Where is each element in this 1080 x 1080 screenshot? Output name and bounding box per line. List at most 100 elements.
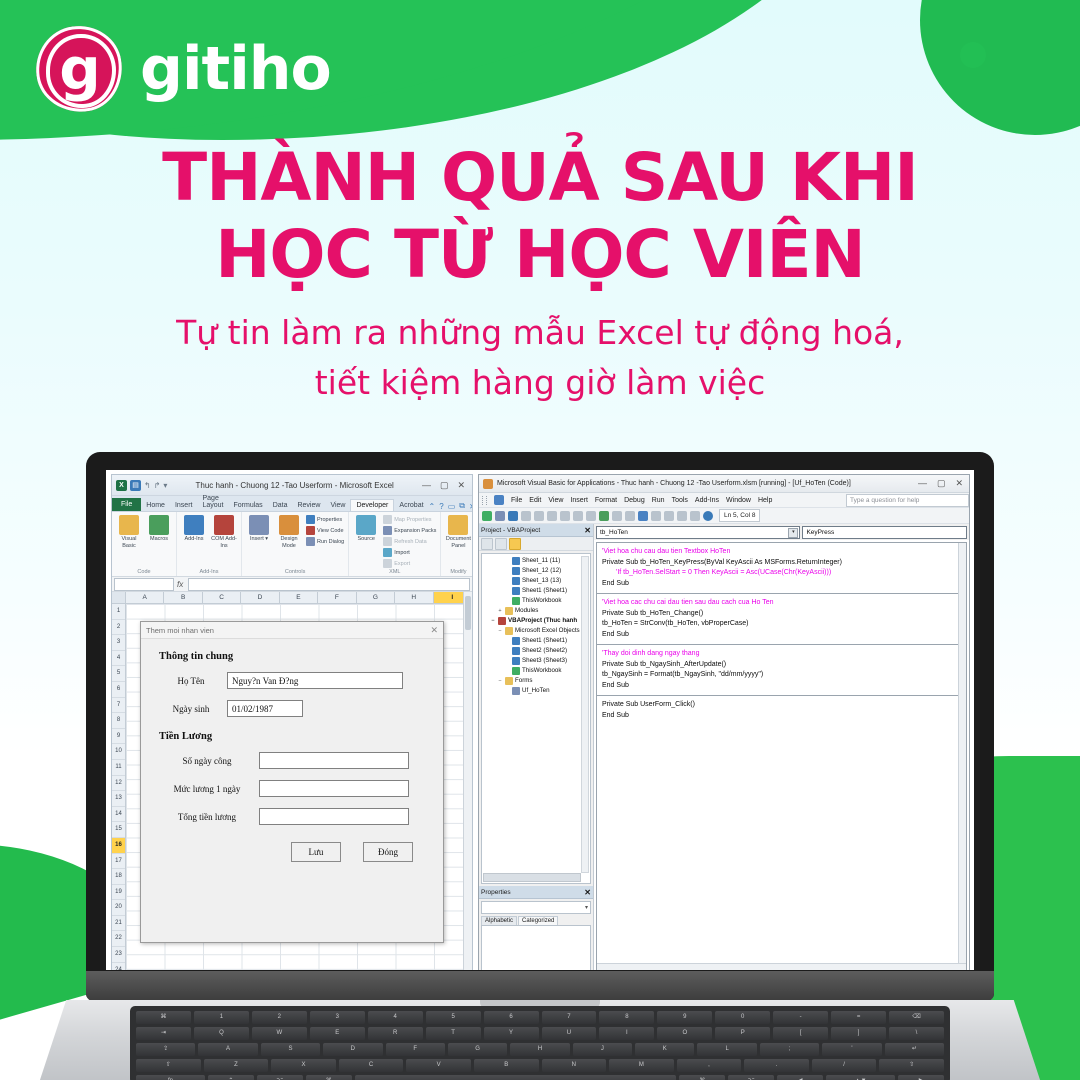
vba-window-buttons[interactable]: — ▢ ✕ <box>918 478 965 489</box>
tree-node[interactable]: Sheet1 (Sheet1) <box>483 636 589 646</box>
code-combos[interactable]: tb_HoTen ▾ KeyPress <box>594 524 969 540</box>
key-⇧[interactable]: ⇧ <box>136 1059 201 1072</box>
tree-expander-icon[interactable]: − <box>497 626 503 636</box>
redo-icon[interactable]: ↱ <box>154 481 161 490</box>
cancel-button[interactable]: Đóng <box>363 842 413 862</box>
ribbon-button-visual-basic[interactable]: Visual Basic <box>116 515 142 550</box>
key-↵[interactable]: ↵ <box>884 1043 945 1056</box>
excel-vertical-scrollbar[interactable] <box>463 592 472 970</box>
ribbon-button-document-panel[interactable]: Document Panel <box>445 515 471 550</box>
help-icon[interactable] <box>703 510 713 521</box>
quick-access-toolbar[interactable]: X ▤ ↰ ↱ ▾ <box>116 479 167 491</box>
key-p[interactable]: P <box>715 1027 771 1040</box>
tree-node[interactable]: − VBAProject (Thuc hanh <box>483 616 589 626</box>
menu-insert[interactable]: Insert <box>570 497 588 504</box>
insert-userform-icon[interactable] <box>495 510 505 521</box>
tree-node[interactable]: Sheet1 (Sheet1) <box>483 586 589 596</box>
key-r[interactable]: R <box>367 1027 423 1040</box>
key-c[interactable]: C <box>338 1059 404 1072</box>
break-icon[interactable] <box>612 510 622 521</box>
formula-input[interactable] <box>188 577 470 591</box>
key-1[interactable]: 1 <box>193 1011 249 1024</box>
row-headers[interactable]: 1234567891011121314151617181920212223242… <box>112 604 126 970</box>
ribbon-button-import[interactable]: Import <box>383 548 436 557</box>
key-4[interactable]: 4 <box>367 1011 423 1024</box>
key-7[interactable]: 7 <box>541 1011 597 1024</box>
key-a[interactable]: A <box>198 1043 258 1056</box>
copy-icon[interactable] <box>534 510 544 521</box>
row-header-11[interactable]: 11 <box>112 760 125 776</box>
vba-left-docks[interactable]: Project - VBAProject ✕ Sheet_11 (11) She… <box>479 524 594 970</box>
key-⇪[interactable]: ⇪ <box>135 1043 196 1056</box>
row-header-7[interactable]: 7 <box>112 698 125 714</box>
row-header-6[interactable]: 6 <box>112 682 125 698</box>
ribbon-button-properties[interactable]: Properties <box>306 515 344 524</box>
properties-grid[interactable] <box>481 925 591 970</box>
key-t[interactable]: T <box>425 1027 481 1040</box>
row-header-16[interactable]: 16 <box>112 837 125 854</box>
key-;[interactable]: ; <box>759 1043 820 1056</box>
close-icon[interactable]: ✕ <box>584 526 591 535</box>
row-header-10[interactable]: 10 <box>112 744 125 760</box>
key-⇧[interactable]: ⇧ <box>879 1059 944 1072</box>
key-⌫[interactable]: ⌫ <box>889 1011 944 1024</box>
select-all-corner[interactable] <box>112 592 126 603</box>
key-g[interactable]: G <box>447 1043 508 1056</box>
vba-toolbar[interactable]: Ln 5, Col 8 <box>479 508 969 524</box>
reset-icon[interactable] <box>625 510 635 521</box>
row-header-19[interactable]: 19 <box>112 885 125 901</box>
key-[[interactable]: [ <box>773 1027 829 1040</box>
redo-icon[interactable] <box>586 510 596 521</box>
row-header-23[interactable]: 23 <box>112 947 125 963</box>
project-explorer-icon[interactable] <box>651 510 661 521</box>
vba-editor-window[interactable]: Microsoft Visual Basic for Applications … <box>478 474 970 970</box>
ribbon-button-view-code[interactable]: View Code <box>306 526 344 535</box>
excel-ribbon[interactable]: Visual Basic Macros Code Add-Ins COM Add-Ins… <box>112 512 472 577</box>
key-8[interactable]: 8 <box>599 1011 655 1024</box>
menu-debug[interactable]: Debug <box>624 497 645 504</box>
save-button[interactable]: Lưu <box>291 842 341 862</box>
close-button[interactable]: ✕ <box>955 478 963 489</box>
ribbon-button-design-mode[interactable]: Design Mode <box>276 515 302 550</box>
key-\[interactable]: \ <box>889 1027 944 1040</box>
row-header-4[interactable]: 4 <box>112 651 125 667</box>
ribbon-help-icon-3[interactable]: ⧉ <box>459 501 469 511</box>
row-header-1[interactable]: 1 <box>112 604 125 620</box>
ribbon-help-icon-4[interactable]: ⨯ <box>469 502 472 511</box>
name-box[interactable] <box>114 577 174 591</box>
key-l[interactable]: L <box>697 1043 757 1056</box>
key-fn[interactable]: fn <box>136 1075 205 1080</box>
tree-node[interactable]: Uf_HoTen <box>483 686 589 696</box>
key-v[interactable]: V <box>406 1059 471 1072</box>
maximize-button[interactable]: ▢ <box>937 478 946 489</box>
project-tree[interactable]: Sheet_11 (11) Sheet_12 (12) Sheet_13 (13) S… <box>481 553 591 884</box>
tree-expander-icon[interactable]: − <box>490 616 496 626</box>
key-'[interactable]: ' <box>822 1043 882 1056</box>
close-button[interactable]: ✕ <box>457 480 465 491</box>
key-d[interactable]: D <box>323 1043 383 1056</box>
key-e[interactable]: E <box>309 1027 365 1040</box>
tab-acrobat[interactable]: Acrobat <box>394 500 428 511</box>
songaycong-input[interactable] <box>259 752 409 769</box>
tree-node[interactable]: − Forms <box>483 676 589 686</box>
run-icon[interactable] <box>599 510 609 521</box>
key-▲▼[interactable]: ▲▼ <box>826 1075 896 1080</box>
vba-code-pane[interactable]: tb_HoTen ▾ KeyPress 'Viet hoa chu cau da… <box>594 524 969 970</box>
excel-window[interactable]: X ▤ ↰ ↱ ▾ Thuc hanh - Chuong 12 -Tao Use… <box>111 474 473 970</box>
find-icon[interactable] <box>560 510 570 521</box>
properties-tabs[interactable]: Alphabetic Categorized <box>479 916 593 925</box>
properties-window-icon[interactable] <box>664 510 674 521</box>
save-icon[interactable] <box>508 510 518 521</box>
excel-window-buttons[interactable]: — ▢ ✕ <box>422 480 468 491</box>
key-k[interactable]: K <box>635 1043 695 1056</box>
column-header-D[interactable]: D <box>241 592 280 603</box>
tree-node[interactable]: + Modules <box>483 606 589 616</box>
row-header-22[interactable]: 22 <box>112 931 125 948</box>
column-header-E[interactable]: E <box>280 592 319 603</box>
mucluong-input[interactable] <box>259 780 409 797</box>
column-header-G[interactable]: G <box>357 592 396 603</box>
ribbon-button-insert[interactable]: Insert ▾ <box>246 515 272 543</box>
minimize-button[interactable]: — <box>918 478 927 489</box>
maximize-button[interactable]: ▢ <box>440 480 449 491</box>
key-o[interactable]: O <box>657 1027 713 1040</box>
